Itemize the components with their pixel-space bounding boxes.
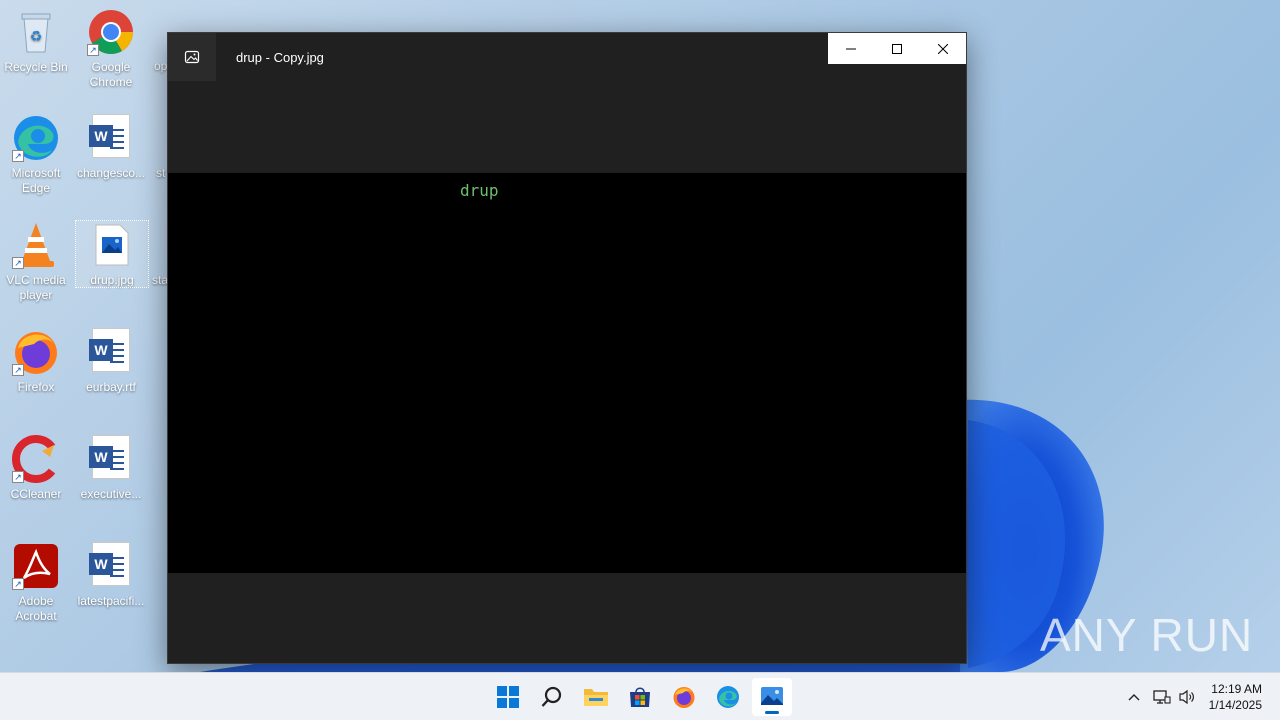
show-hidden-icons-button[interactable] (1122, 673, 1146, 720)
edge-taskbar-button[interactable] (708, 678, 748, 716)
word-document-icon: W (87, 542, 135, 590)
minimize-icon (846, 48, 856, 49)
shortcut-arrow-icon: ↗ (12, 257, 24, 269)
desktop-icon-label: executive... (80, 487, 142, 501)
taskbar: 12:19 AM 1/14/2025 (0, 672, 1280, 720)
volume-icon (1179, 689, 1194, 705)
firefox-icon: ↗ (12, 328, 60, 376)
desktop-icon-firefox[interactable]: ↗ Firefox (0, 328, 72, 395)
desktop-icon-label: CCleaner (10, 487, 62, 501)
desktop-icon-ccleaner[interactable]: ↗ CCleaner (0, 435, 72, 502)
recycle-bin-icon: ♻ (12, 8, 60, 56)
store-icon (630, 687, 650, 707)
clock-time: 12:19 AM (1211, 682, 1262, 696)
desktop-icon-label: Google Chrome (89, 60, 133, 89)
shortcut-arrow-icon: ↗ (12, 471, 24, 483)
network-button[interactable] (1150, 673, 1174, 720)
photos-app-button[interactable] (168, 33, 216, 81)
clock[interactable]: 12:19 AM 1/14/2025 (1209, 681, 1262, 713)
firefox-taskbar-button[interactable] (664, 678, 704, 716)
desktop-icon-eurbay-rtf[interactable]: W eurbay.rtf (75, 328, 147, 395)
file-explorer-button[interactable] (576, 678, 616, 716)
vlc-icon: ↗ (12, 221, 60, 269)
shortcut-arrow-icon: ↗ (87, 44, 99, 56)
desktop-icon-label-partial[interactable]: sta (152, 273, 168, 287)
desktop-icon-label: latestpacifi... (77, 594, 145, 608)
desktop-icon-microsoft-edge[interactable]: ↗ Microsoft Edge (0, 114, 72, 196)
firefox-icon (673, 687, 695, 708)
desktop-icon-drup-jpg[interactable]: drup.jpg (75, 220, 149, 288)
photos-icon (761, 687, 783, 705)
desktop-icon-label-partial[interactable]: st (156, 166, 165, 180)
microsoft-store-button[interactable] (620, 678, 660, 716)
start-button[interactable] (488, 678, 528, 716)
desktop-icon-recycle-bin[interactable]: ♻ Recycle Bin (0, 8, 72, 75)
desktop-icon-label-partial[interactable]: op (154, 59, 167, 73)
word-document-icon: W (87, 435, 135, 483)
clock-date: 1/14/2025 (1208, 698, 1262, 712)
maximize-icon (892, 43, 902, 54)
photos-taskbar-button[interactable] (752, 678, 792, 716)
shortcut-arrow-icon: ↗ (12, 364, 24, 376)
window-titlebar[interactable]: drup - Copy.jpg (168, 33, 966, 81)
svg-text:♻: ♻ (30, 29, 43, 45)
minimize-button[interactable] (828, 33, 874, 64)
photos-icon (184, 50, 200, 64)
desktop-icon-executive[interactable]: W executive... (75, 435, 147, 502)
desktop-icon-label: drup.jpg (90, 273, 134, 287)
edge-icon: ↗ (12, 114, 60, 162)
desktop-icon-google-chrome[interactable]: ↗ Google Chrome (75, 8, 147, 90)
desktop-icon-label: changesco... (76, 166, 146, 180)
desktop-icon-label: Recycle Bin (4, 60, 68, 74)
ccleaner-icon: ↗ (12, 435, 60, 483)
search-icon (541, 686, 562, 707)
image-viewer[interactable]: drup (168, 173, 966, 573)
search-button[interactable] (532, 678, 572, 716)
maximize-button[interactable] (874, 33, 920, 64)
caption-buttons (828, 33, 966, 64)
desktop-icon-adobe-acrobat[interactable]: ↗ Adobe Acrobat (0, 542, 72, 624)
start-icon (497, 686, 519, 708)
shortcut-arrow-icon: ↗ (12, 578, 24, 590)
close-icon (938, 43, 948, 54)
desktop-icon-label: Adobe Acrobat (15, 594, 57, 623)
anyrun-watermark: ANY RUN (1040, 609, 1254, 661)
desktop-icon-label: VLC media player (6, 273, 66, 302)
active-app-indicator (765, 711, 779, 714)
desktop-icon-label: Microsoft Edge (11, 166, 61, 195)
edge-icon (717, 686, 739, 708)
word-document-icon: W (87, 328, 135, 376)
acrobat-icon: ↗ (12, 542, 60, 590)
image-content-text: drup (460, 181, 499, 200)
chrome-icon: ↗ (87, 8, 135, 56)
file-explorer-icon (584, 689, 608, 706)
volume-button[interactable] (1175, 673, 1199, 720)
chevron-up-icon (1128, 694, 1140, 701)
word-document-icon: W (87, 114, 135, 162)
photos-window[interactable]: drup - Copy.jpg drup (167, 32, 967, 664)
network-icon (1153, 690, 1171, 704)
desktop-icon-latestpacifi[interactable]: W latestpacifi... (75, 542, 147, 609)
shortcut-arrow-icon: ↗ (12, 150, 24, 162)
desktop-icon-label: Firefox (17, 380, 55, 394)
close-button[interactable] (920, 33, 966, 64)
window-title: drup - Copy.jpg (236, 50, 324, 65)
desktop-icon-label: eurbay.rtf (86, 380, 136, 394)
image-file-icon (88, 221, 136, 269)
desktop-icon-changesco[interactable]: W changesco... (75, 114, 147, 181)
desktop-icon-vlc[interactable]: ↗ VLC media player (0, 221, 72, 303)
